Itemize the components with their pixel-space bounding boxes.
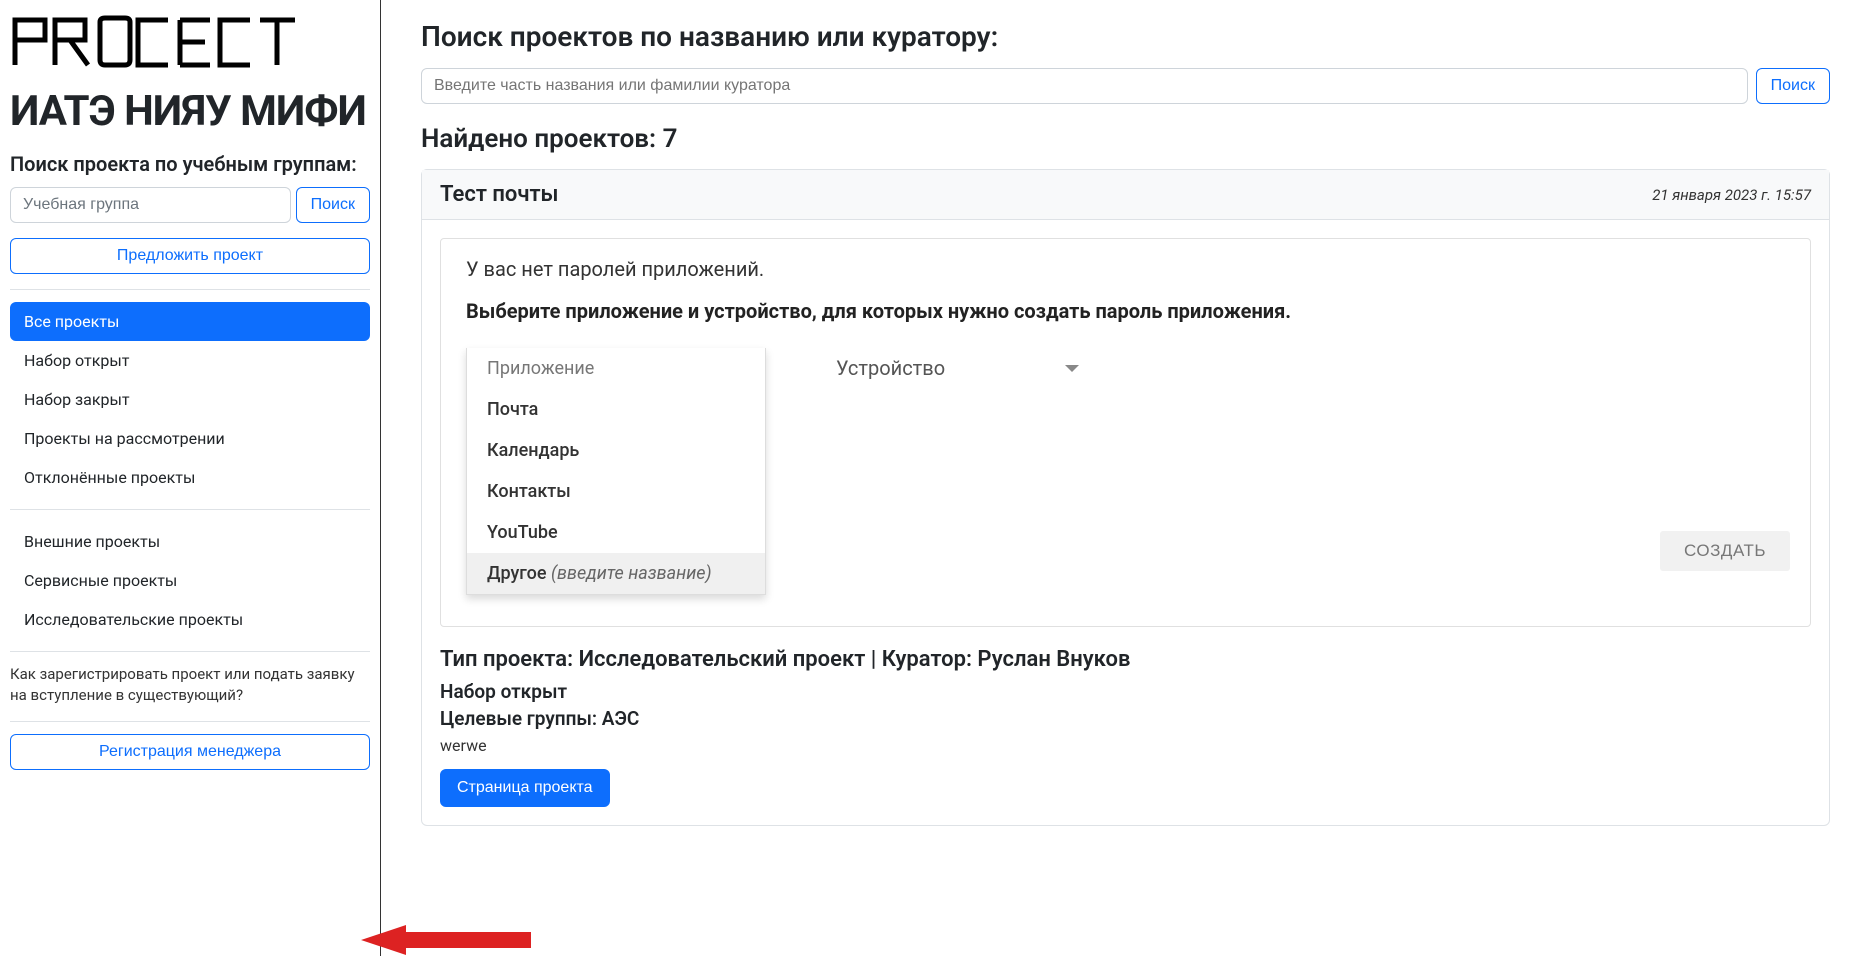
dropdown-app-label: Приложение xyxy=(467,348,765,389)
propose-project-button[interactable]: Предложить проект xyxy=(10,238,370,274)
divider xyxy=(10,651,370,652)
device-dropdown[interactable]: Устройство xyxy=(836,348,1079,388)
group-search-button[interactable]: Поиск xyxy=(296,187,370,223)
red-arrow-annotation xyxy=(361,920,531,960)
project-card: Тест почты 21 января 2023 г. 15:57 У вас… xyxy=(421,169,1830,826)
sidebar-search-heading: Поиск проекта по учебным группам: xyxy=(10,151,370,177)
no-passwords-text: У вас нет паролей приложений. xyxy=(466,257,1785,281)
card-header: Тест почты 21 января 2023 г. 15:57 xyxy=(422,170,1829,220)
card-date: 21 января 2023 г. 15:57 xyxy=(1652,186,1811,204)
dropdown-option-mail[interactable]: Почта xyxy=(467,389,765,430)
chevron-down-icon xyxy=(1065,365,1079,372)
project-status: Набор открыт xyxy=(440,680,1811,703)
dropdown-option-contacts[interactable]: Контакты xyxy=(467,471,765,512)
device-dropdown-label: Устройство xyxy=(836,356,945,380)
nav-service[interactable]: Сервисные проекты xyxy=(10,561,370,600)
dropdown-option-youtube[interactable]: YouTube xyxy=(467,512,765,553)
project-page-button[interactable]: Страница проекта xyxy=(440,769,610,807)
divider xyxy=(10,289,370,290)
group-search-input[interactable] xyxy=(10,187,291,223)
help-text[interactable]: Как зарегистрировать проект или подать з… xyxy=(10,664,370,706)
register-manager-button[interactable]: Регистрация менеджера xyxy=(10,734,370,770)
main-search-heading: Поиск проектов по названию или куратору: xyxy=(421,20,1830,53)
nav-open-recruitment[interactable]: Набор открыт xyxy=(10,341,370,380)
project-desc: werwe xyxy=(440,736,1811,755)
nav-rejected[interactable]: Отклонённые проекты xyxy=(10,458,370,497)
card-title: Тест почты xyxy=(440,182,559,207)
divider xyxy=(10,509,370,510)
project-meta: Тип проекта: Исследовательский проект | … xyxy=(440,647,1811,672)
app-password-panel: У вас нет паролей приложений. Выберите п… xyxy=(440,238,1811,627)
results-heading: Найдено проектов: 7 xyxy=(421,124,1830,154)
nav-under-review[interactable]: Проекты на рассмотрении xyxy=(10,419,370,458)
instruction-text: Выберите приложение и устройство, для ко… xyxy=(466,299,1785,323)
logo-bottom: ИАТЭ НИЯУ МИФИ xyxy=(10,87,370,136)
nav-all-projects[interactable]: Все проекты xyxy=(10,302,370,341)
nav-closed-recruitment[interactable]: Набор закрыт xyxy=(10,380,370,419)
dropdown-option-other[interactable]: Другое (введите название) xyxy=(467,553,765,594)
project-groups: Целевые группы: АЭС xyxy=(440,707,1811,730)
nav-research[interactable]: Исследовательские проекты xyxy=(10,600,370,639)
main-search-button[interactable]: Поиск xyxy=(1756,68,1830,104)
logo-top xyxy=(10,10,370,82)
main-search-input[interactable] xyxy=(421,68,1748,104)
divider xyxy=(10,721,370,722)
create-button[interactable]: СОЗДАТЬ xyxy=(1660,531,1790,571)
nav-external[interactable]: Внешние проекты xyxy=(10,522,370,561)
dropdown-option-calendar[interactable]: Календарь xyxy=(467,430,765,471)
